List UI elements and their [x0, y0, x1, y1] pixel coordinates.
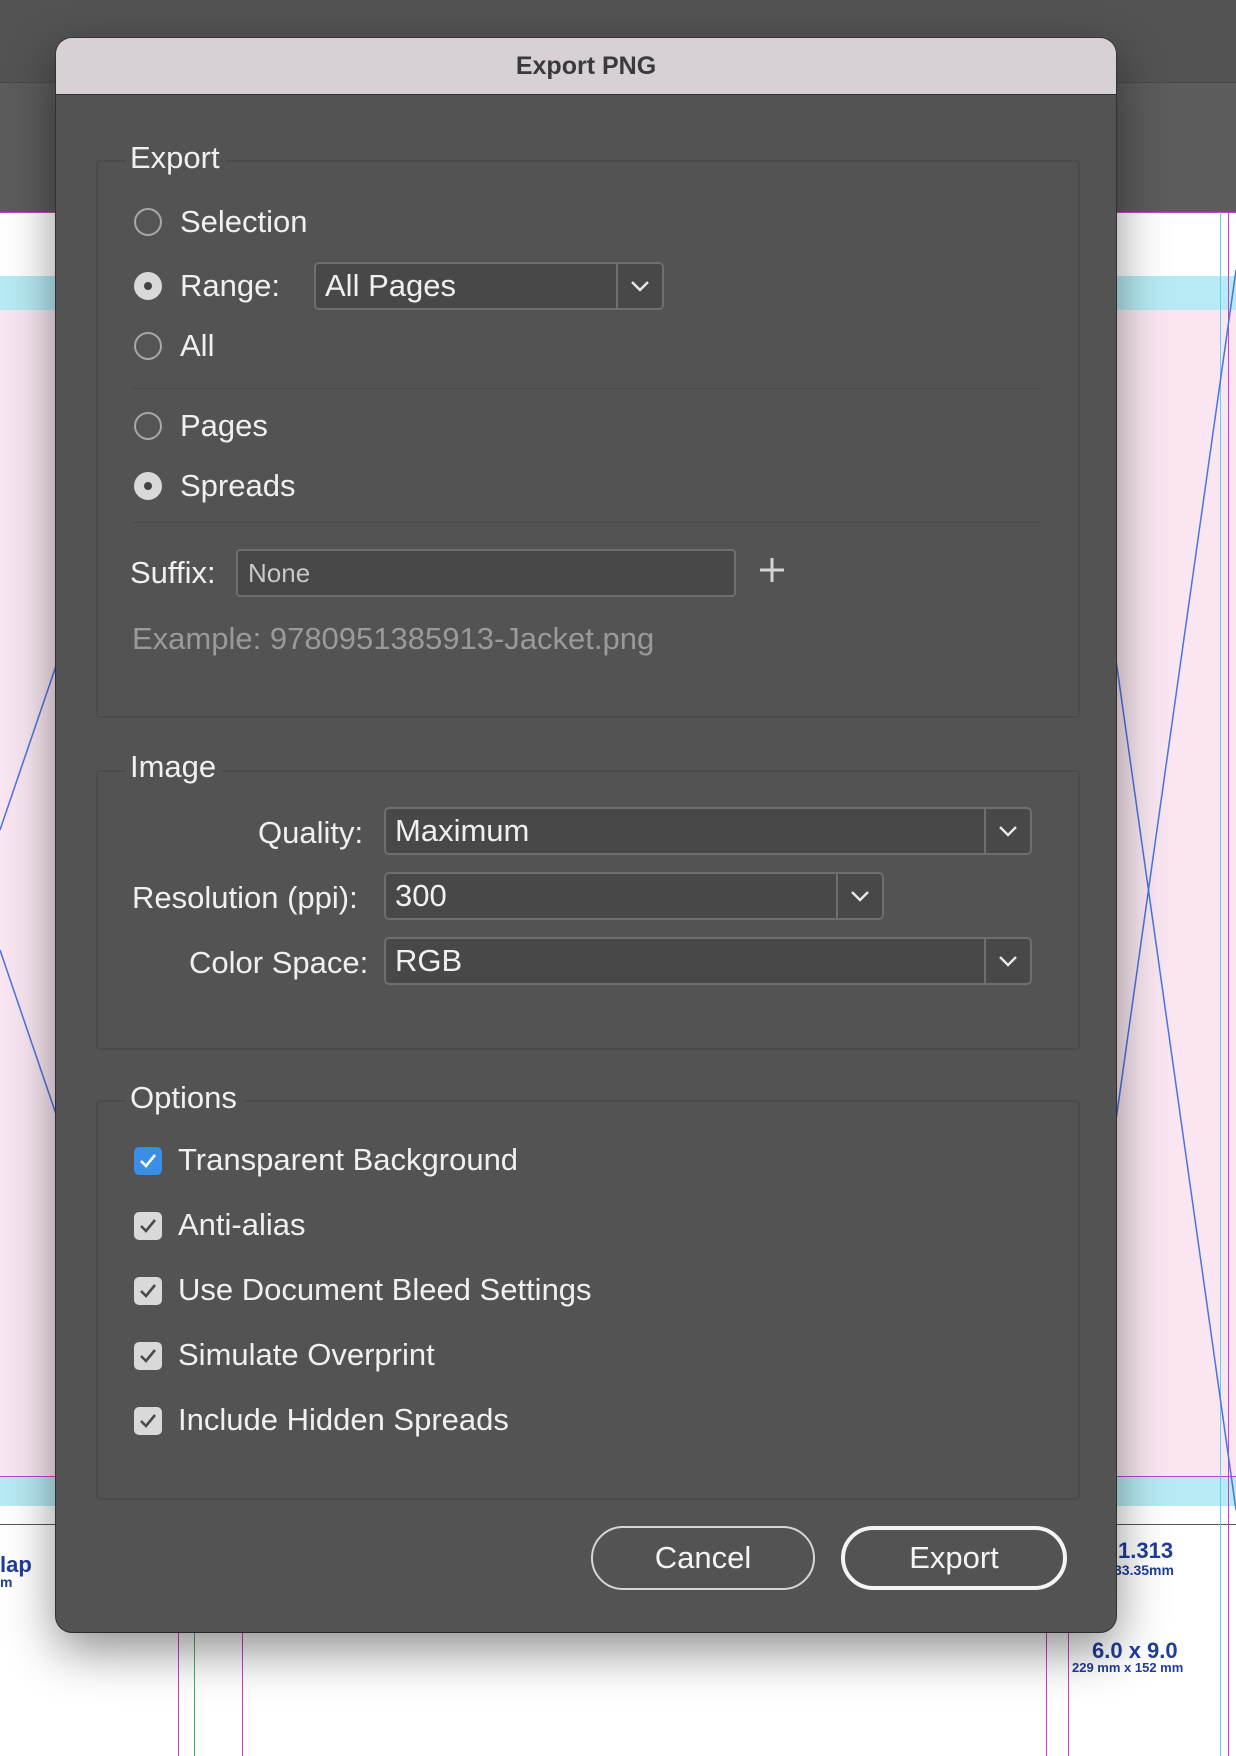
resolution-combobox[interactable]: 300	[384, 872, 884, 920]
include-hidden-spreads-label: Include Hidden Spreads	[178, 1402, 509, 1437]
radio-selection[interactable]	[134, 208, 162, 236]
use-document-bleed-checkbox[interactable]	[134, 1277, 162, 1305]
checkmark-icon	[140, 1154, 157, 1168]
cancel-button-label: Cancel	[654, 1540, 752, 1575]
color-space-label: Color Space:	[189, 945, 369, 980]
example-filename: Example: 9780951385913-Jacket.png	[132, 621, 655, 656]
checkmark-icon	[140, 1349, 157, 1363]
cancel-button[interactable]: Cancel	[591, 1526, 815, 1590]
checkmark-icon	[140, 1284, 157, 1298]
chevron-down-icon	[616, 264, 662, 308]
anti-alias-checkbox[interactable]	[134, 1212, 162, 1240]
include-hidden-spreads-checkbox[interactable]	[134, 1407, 162, 1435]
checkmark-icon	[140, 1219, 157, 1233]
radio-all[interactable]	[134, 332, 162, 360]
color-space-dropdown[interactable]: RGB	[384, 937, 1032, 985]
suffix-input-field[interactable]	[238, 556, 734, 590]
quality-dropdown[interactable]: Maximum	[384, 807, 1032, 855]
spine-width-inches: 1.313	[1118, 1538, 1174, 1563]
radio-selection-label: Selection	[180, 204, 308, 239]
export-group-title: Export	[126, 140, 226, 176]
image-group-title: Image	[126, 749, 223, 785]
simulate-overprint-label: Simulate Overprint	[178, 1337, 435, 1372]
dialog-title: Export PNG	[515, 51, 657, 80]
simulate-overprint-checkbox[interactable]	[134, 1342, 162, 1370]
radio-range-label: Range:	[180, 268, 280, 303]
divider	[132, 388, 1040, 389]
radio-pages[interactable]	[134, 412, 162, 440]
chevron-down-icon	[836, 874, 882, 918]
suffix-input[interactable]	[236, 549, 736, 597]
radio-all-label: All	[180, 328, 215, 363]
plus-icon	[760, 558, 784, 582]
range-dropdown-value: All Pages	[325, 268, 456, 303]
chevron-down-icon	[984, 939, 1030, 983]
radio-range[interactable]	[134, 272, 162, 300]
quality-dropdown-value: Maximum	[395, 813, 530, 848]
radio-spreads[interactable]	[134, 472, 162, 500]
chevron-down-icon	[984, 809, 1030, 853]
dialog-titlebar[interactable]: Export PNG	[56, 38, 1116, 95]
checkmark-icon	[140, 1414, 157, 1428]
trim-size-mm: 229 mm x 152 mm	[1072, 1660, 1184, 1675]
divider	[132, 522, 1040, 523]
spine-width-mm: 33.35mm	[1114, 1562, 1174, 1578]
export-button[interactable]: Export	[841, 1526, 1067, 1590]
suffix-label: Suffix:	[130, 555, 216, 590]
quality-label: Quality:	[258, 815, 364, 850]
transparent-background-checkbox[interactable]	[134, 1147, 162, 1175]
color-space-dropdown-value: RGB	[395, 943, 463, 978]
options-group-title: Options	[126, 1080, 243, 1116]
export-png-dialog: Export PNG Export Selection Range: All P…	[56, 38, 1116, 1632]
transparent-background-label: Transparent Background	[178, 1142, 519, 1177]
export-button-label: Export	[909, 1540, 999, 1575]
anti-alias-label: Anti-alias	[178, 1207, 306, 1242]
resolution-label: Resolution (ppi):	[132, 880, 358, 915]
range-dropdown[interactable]: All Pages	[314, 262, 664, 310]
resolution-combobox-value: 300	[395, 878, 447, 913]
radio-pages-label: Pages	[180, 408, 268, 443]
use-document-bleed-label: Use Document Bleed Settings	[178, 1272, 592, 1307]
radio-spreads-label: Spreads	[180, 468, 296, 503]
doc-label-left-line2: m	[0, 1574, 13, 1590]
add-suffix-button[interactable]	[756, 554, 788, 586]
